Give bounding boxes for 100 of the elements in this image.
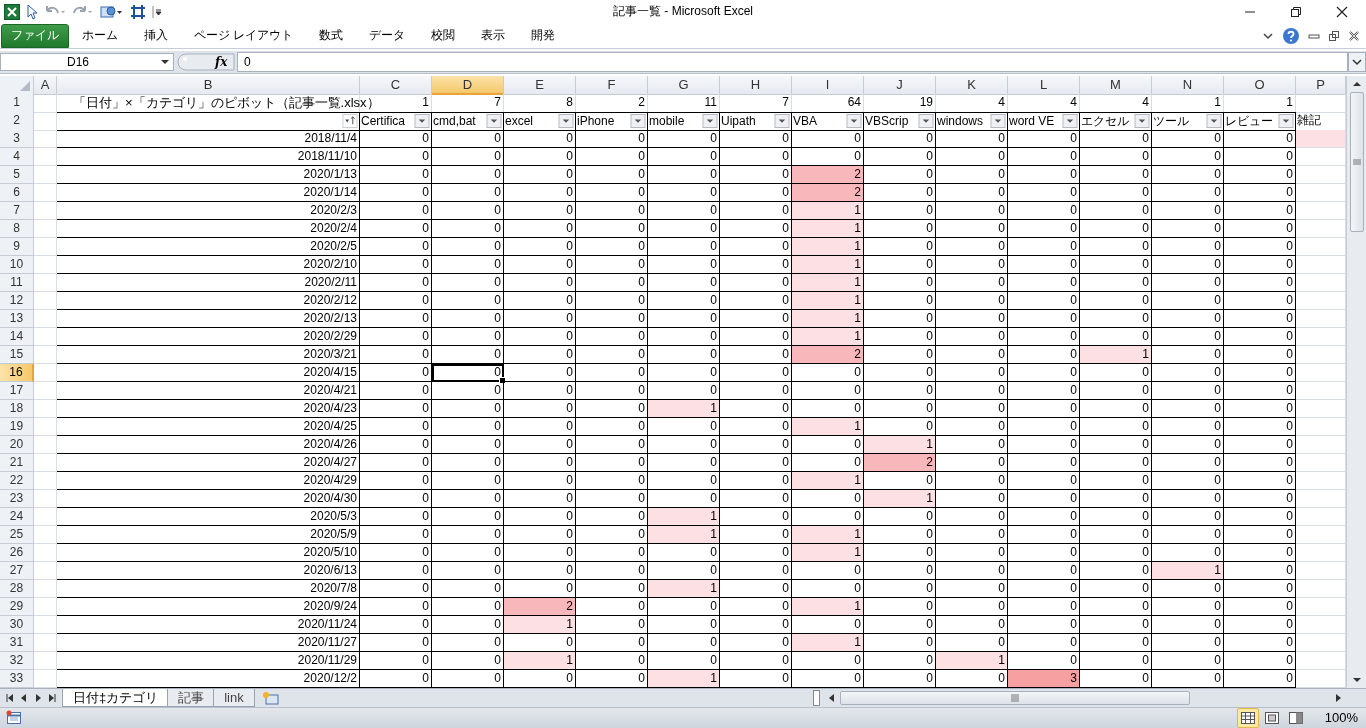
grid-icon[interactable]	[130, 3, 146, 20]
table-cell[interactable]: 0	[720, 615, 792, 634]
column-header[interactable]: L	[1008, 75, 1080, 95]
table-cell[interactable]: 0	[720, 147, 792, 166]
chevron-icon[interactable]	[1262, 30, 1274, 41]
table-cell[interactable]: 0	[792, 129, 864, 148]
table-cell[interactable]: 0	[576, 543, 648, 562]
table-cell[interactable]: 0	[1224, 507, 1296, 526]
normal-view-button[interactable]	[1236, 707, 1259, 728]
table-cell[interactable]: 0	[936, 597, 1008, 616]
table-cell[interactable]: 0	[936, 183, 1008, 202]
filter-button[interactable]	[1134, 114, 1150, 129]
table-cell[interactable]: 0	[360, 579, 432, 598]
table-cell[interactable]: 0	[1152, 327, 1224, 346]
table-cell[interactable]: 0	[1008, 633, 1080, 652]
table-cell[interactable]: 0	[792, 615, 864, 634]
table-cell[interactable]: 0	[1152, 237, 1224, 256]
table-cell[interactable]: 0	[432, 165, 504, 184]
table-cell[interactable]: 0	[864, 381, 936, 400]
table-cell[interactable]: 0	[576, 561, 648, 580]
filter-button[interactable]	[486, 114, 502, 129]
table-cell[interactable]: 0	[936, 363, 1008, 382]
table-cell[interactable]: 0	[360, 597, 432, 616]
column-header[interactable]: M	[1080, 75, 1152, 95]
table-cell[interactable]: 0	[576, 435, 648, 454]
table-cell[interactable]: 0	[936, 237, 1008, 256]
table-cell[interactable]: 0	[936, 273, 1008, 292]
table-cell[interactable]: 0	[1080, 669, 1152, 688]
table-cell[interactable]: 0	[864, 525, 936, 544]
table-cell[interactable]: 0	[1224, 345, 1296, 364]
table-cell[interactable]: 0	[720, 435, 792, 454]
ribbon-tab[interactable]: 表示	[468, 23, 519, 48]
table-cell[interactable]: 0	[576, 219, 648, 238]
table-cell[interactable]: 0	[1224, 399, 1296, 418]
table-cell[interactable]: 0	[360, 507, 432, 526]
table-cell[interactable]: 0	[720, 363, 792, 382]
table-cell[interactable]: 0	[504, 237, 576, 256]
table-cell[interactable]: 0	[864, 543, 936, 562]
table-cell[interactable]: 0	[360, 399, 432, 418]
table-cell[interactable]: 0	[864, 507, 936, 526]
table-cell[interactable]: 0	[504, 471, 576, 490]
table-cell[interactable]: 0	[936, 291, 1008, 310]
table-cell[interactable]: 0	[1152, 633, 1224, 652]
table-cell[interactable]: 0	[1080, 309, 1152, 328]
table-cell[interactable]: 0	[936, 489, 1008, 508]
table-cell[interactable]: 0	[432, 381, 504, 400]
table-cell[interactable]: 0	[1224, 291, 1296, 310]
table-cell[interactable]: 0	[936, 561, 1008, 580]
table-cell[interactable]: 0	[648, 489, 720, 508]
table-cell[interactable]: 0	[1152, 597, 1224, 616]
table-cell[interactable]: 0	[936, 309, 1008, 328]
table-cell[interactable]: 0	[864, 309, 936, 328]
table-cell[interactable]: 0	[360, 219, 432, 238]
table-cell[interactable]: 0	[360, 543, 432, 562]
table-cell[interactable]: 0	[792, 579, 864, 598]
table-cell[interactable]: 0	[1080, 525, 1152, 544]
table-cell[interactable]: 0	[936, 453, 1008, 472]
table-cell[interactable]: 0	[1224, 543, 1296, 562]
table-cell[interactable]: 0	[504, 507, 576, 526]
sheet-tab[interactable]: link	[213, 688, 255, 707]
table-cell[interactable]: 0	[1080, 237, 1152, 256]
table-cell[interactable]: 0	[360, 183, 432, 202]
filter-button[interactable]	[774, 114, 790, 129]
scroll-thumb[interactable]	[1349, 91, 1364, 232]
column-header[interactable]: G	[648, 75, 720, 95]
table-cell[interactable]: 0	[504, 453, 576, 472]
table-cell[interactable]: 0	[432, 129, 504, 148]
filter-button[interactable]	[990, 114, 1006, 129]
table-cell[interactable]: 0	[864, 255, 936, 274]
table-cell[interactable]: 0	[1224, 255, 1296, 274]
table-cell[interactable]: 0	[648, 147, 720, 166]
table-cell[interactable]: 0	[360, 435, 432, 454]
table-cell[interactable]: 0	[720, 507, 792, 526]
table-cell[interactable]: 0	[864, 327, 936, 346]
table-cell[interactable]: 0	[1008, 201, 1080, 220]
table-cell[interactable]: 0	[648, 165, 720, 184]
table-cell[interactable]: 0	[1152, 345, 1224, 364]
table-cell[interactable]: 0	[1224, 651, 1296, 670]
table-cell[interactable]: 0	[1008, 309, 1080, 328]
table-cell[interactable]: 0	[648, 219, 720, 238]
table-cell[interactable]: 0	[432, 399, 504, 418]
table-cell[interactable]: 0	[360, 525, 432, 544]
form-icon[interactable]	[100, 3, 124, 20]
table-cell[interactable]: 0	[1152, 309, 1224, 328]
table-cell[interactable]: 0	[864, 165, 936, 184]
table-cell[interactable]: 0	[1080, 183, 1152, 202]
table-cell[interactable]: 0	[432, 363, 504, 382]
table-cell[interactable]: 0	[720, 489, 792, 508]
table-cell[interactable]: 0	[1008, 453, 1080, 472]
table-cell[interactable]: 0	[1008, 291, 1080, 310]
table-cell[interactable]: 0	[576, 417, 648, 436]
table-cell[interactable]: 0	[720, 453, 792, 472]
table-cell[interactable]: 0	[432, 291, 504, 310]
table-cell[interactable]: 0	[648, 327, 720, 346]
table-cell[interactable]: 0	[1224, 183, 1296, 202]
table-cell[interactable]: 0	[1080, 489, 1152, 508]
table-cell[interactable]: 0	[864, 237, 936, 256]
table-cell[interactable]: 0	[576, 309, 648, 328]
table-cell[interactable]: 0	[576, 633, 648, 652]
table-cell[interactable]: 0	[1224, 561, 1296, 580]
